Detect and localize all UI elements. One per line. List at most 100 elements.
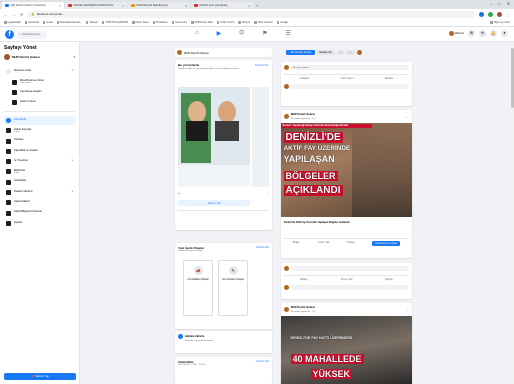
sidebar-item-publishing-tools[interactable]: Yayınlama Araçları: [4, 88, 75, 97]
bookmark-item[interactable]: Haber Sitesi: [132, 21, 149, 24]
watch-icon[interactable]: ⛭: [239, 30, 244, 37]
sidebar-item-resources[interactable]: Kaynaklar ve Araçlar: [4, 147, 75, 156]
promo-button[interactable]: Tanıtımı Yap: [178, 200, 250, 206]
photo-action[interactable]: Fotoğraf: [300, 77, 309, 80]
create-post-tile[interactable]: ✎ Yeni Gönderi Oluştur: [218, 260, 248, 316]
post-author[interactable]: MHP Denizli Şubesi: [291, 306, 315, 309]
comment-input-secondary[interactable]: [291, 285, 409, 290]
more-options-icon[interactable]: ⋯: [406, 115, 409, 119]
share-button[interactable]: Paylaş: [347, 241, 355, 246]
account-menu-icon[interactable]: ▾: [501, 30, 508, 37]
sidebar-item-home[interactable]: Ana Sayfa: [4, 115, 75, 125]
sidebar-item-news-feed[interactable]: Haber Kaynağı 1 yeni: [4, 126, 75, 135]
url-input[interactable]: 🔒 facebook.com/pmuk...: [27, 10, 475, 18]
reload-icon[interactable]: ⟳: [20, 12, 23, 17]
bookmark-item[interactable]: Canva.com: [171, 21, 187, 24]
more-options-icon[interactable]: ⋯: [406, 308, 409, 312]
sidebar-item-ad-center[interactable]: Reklam Merkezi ▾: [4, 188, 75, 197]
comment-button[interactable]: Yorum Yap: [318, 241, 330, 246]
boost-post-button[interactable]: Gönderiyi Öne Çıkar: [372, 241, 401, 246]
browser-tab-2[interactable]: DENIZLI DEĞİŞİMİ KOMPANYASI ×: [65, 2, 127, 9]
like-button[interactable]: Beğen: [293, 241, 300, 246]
promote-button[interactable]: 📣 Tanıtım Yap: [4, 373, 76, 380]
browser-tab-3[interactable]: PAMUKKALE Belediyesi(1) ×: [128, 2, 190, 9]
profile-avatar[interactable]: [497, 11, 502, 17]
share-button[interactable]: Paylaş: [385, 278, 393, 281]
sidebar-item-podcast[interactable]: Podcast: [4, 136, 75, 145]
bookmark-item[interactable]: Google: [276, 21, 288, 24]
bookmark-item[interactable]: Uygulamalar: [4, 21, 21, 24]
extension-icon[interactable]: [488, 11, 493, 17]
new-tab-button[interactable]: +: [256, 2, 258, 9]
weekly-activity-card[interactable]: Haftalık Aktivite Bu hafta sayfanızdaki …: [175, 331, 272, 353]
comment-input[interactable]: [291, 266, 409, 271]
sidebar-item-edit-page-info[interactable]: Sayfa Bilgilerini Düzenle: [4, 208, 75, 217]
bookmark-item[interactable]: Vikipedi: [85, 21, 98, 24]
see-all-link[interactable]: Tümünü Gör: [255, 64, 268, 67]
search-icon[interactable]: ⌕: [336, 50, 345, 55]
post-image[interactable]: DENİZLİ'DE FAY HATTI ÜZERİNDEKİ 40 MAHAL…: [280, 316, 412, 384]
post-image[interactable]: Denizli, Yapılacağı Bölge Üzerinde Bulun…: [280, 123, 412, 217]
sidebar-item-meta-business-suite[interactable]: Meta Business Suite Tüm araçlar: [4, 77, 75, 86]
composer-input[interactable]: Bir şeyler yazın...: [291, 65, 409, 70]
back-arrow-icon[interactable]: ←: [4, 12, 8, 17]
create-ad-tile[interactable]: 📣 Yeni Reklam Oluştur: [183, 260, 213, 316]
browser-menu-icon[interactable]: ⋮: [506, 12, 510, 17]
avatar[interactable]: [356, 50, 362, 55]
apps-grid-icon[interactable]: ⊞: [468, 30, 475, 37]
sidebar-item-insights[interactable]: İstatistikler: [4, 177, 75, 186]
bookmark-item[interactable]: Hürriyet: [238, 21, 250, 24]
bookmark-item[interactable]: Bluestacks Emulat...: [56, 21, 82, 24]
bookmark-item[interactable]: Kültür Turizm: [216, 21, 234, 24]
sidebar-item-settings[interactable]: Ayarlar: [4, 219, 75, 228]
create-ad-button[interactable]: Reklam Ver: [316, 50, 335, 55]
bookmark-item[interactable]: Facebook: [24, 21, 39, 24]
facebook-search-input[interactable]: ⌕ Facebook'ta ara: [17, 30, 47, 39]
live-action[interactable]: Canlı Yayın: [341, 77, 354, 80]
see-all-link[interactable]: Tümünü Gör: [256, 360, 269, 363]
page-header[interactable]: MHP Denizli Şubesi: [175, 48, 272, 57]
home-icon[interactable]: ⌂: [195, 30, 199, 37]
pages-icon[interactable]: ▶: [217, 30, 222, 37]
minimize-button[interactable]: –: [490, 1, 492, 6]
close-tab-icon[interactable]: ×: [248, 4, 250, 8]
create-post-button[interactable]: + Bir Gönderi Oluştur: [286, 50, 315, 55]
like-button[interactable]: Beğen: [300, 278, 307, 281]
menu-icon[interactable]: ☰: [285, 30, 290, 37]
close-tab-icon[interactable]: ×: [185, 4, 187, 8]
bookmark-item[interactable]: Okul Yönetimi: [254, 21, 273, 24]
other-bookmarks[interactable]: Diğer yer imleri: [490, 21, 510, 24]
flag-icon[interactable]: ⚑: [262, 30, 267, 37]
post-caption[interactable]: Denizli'de Aktif Fay Üzerinde Yapılaşan …: [284, 221, 409, 224]
messenger-icon[interactable]: ✉: [479, 30, 486, 37]
bookmark-item[interactable]: TÜRKİYE GAZETESİ: [101, 21, 128, 24]
scrollbar-thumb[interactable]: [510, 48, 514, 108]
facebook-logo[interactable]: f: [5, 30, 14, 39]
close-tab-icon[interactable]: ×: [122, 4, 124, 8]
sidebar-item-inbox[interactable]: Gelen Kutusu: [4, 98, 75, 107]
close-tab-icon[interactable]: ×: [59, 4, 61, 8]
bookmark-item[interactable]: Photoshop: [152, 21, 168, 24]
more-options-icon[interactable]: ⋯: [346, 50, 355, 55]
bookmark-item[interactable]: Gmail: [42, 21, 53, 24]
tag-action[interactable]: Etiketle: [385, 77, 393, 80]
composer-input-secondary[interactable]: [291, 84, 409, 89]
forward-arrow-icon[interactable]: →: [12, 12, 16, 17]
sidebar-item-business-suite[interactable]: Business Suite ▾: [4, 67, 75, 76]
promo-image-next[interactable]: [252, 87, 269, 187]
notifications-icon[interactable]: 🔔: [490, 30, 497, 37]
extension-icon[interactable]: [479, 11, 484, 17]
sidebar-item-page-quality[interactable]: Sayfa Kalitesi: [4, 198, 75, 207]
sidebar-item-business-manager[interactable]: İş Yöneticisi ▾: [4, 157, 75, 166]
browser-tab-1[interactable]: (49) Denizli Şubesi | Facebook ×: [2, 2, 64, 9]
profile-button[interactable]: Mehmet: [448, 31, 464, 36]
sidebar-item-notifications[interactable]: Bildirimler 4 yeni: [4, 167, 75, 176]
see-all-link[interactable]: Tümünü Gör: [256, 246, 269, 249]
post-author[interactable]: MHP Denizli Şubesi: [291, 113, 315, 116]
close-window-button[interactable]: ✕: [507, 1, 510, 6]
bookmark-item[interactable]: MHP Resmi Web: [191, 21, 213, 24]
sidebar-page-selector[interactable]: MHP Denizli Şubesi ▾: [4, 54, 75, 60]
maximize-button[interactable]: □: [498, 1, 500, 6]
comment-button[interactable]: Yorum Yap: [340, 278, 352, 281]
promo-image[interactable]: [178, 87, 250, 187]
